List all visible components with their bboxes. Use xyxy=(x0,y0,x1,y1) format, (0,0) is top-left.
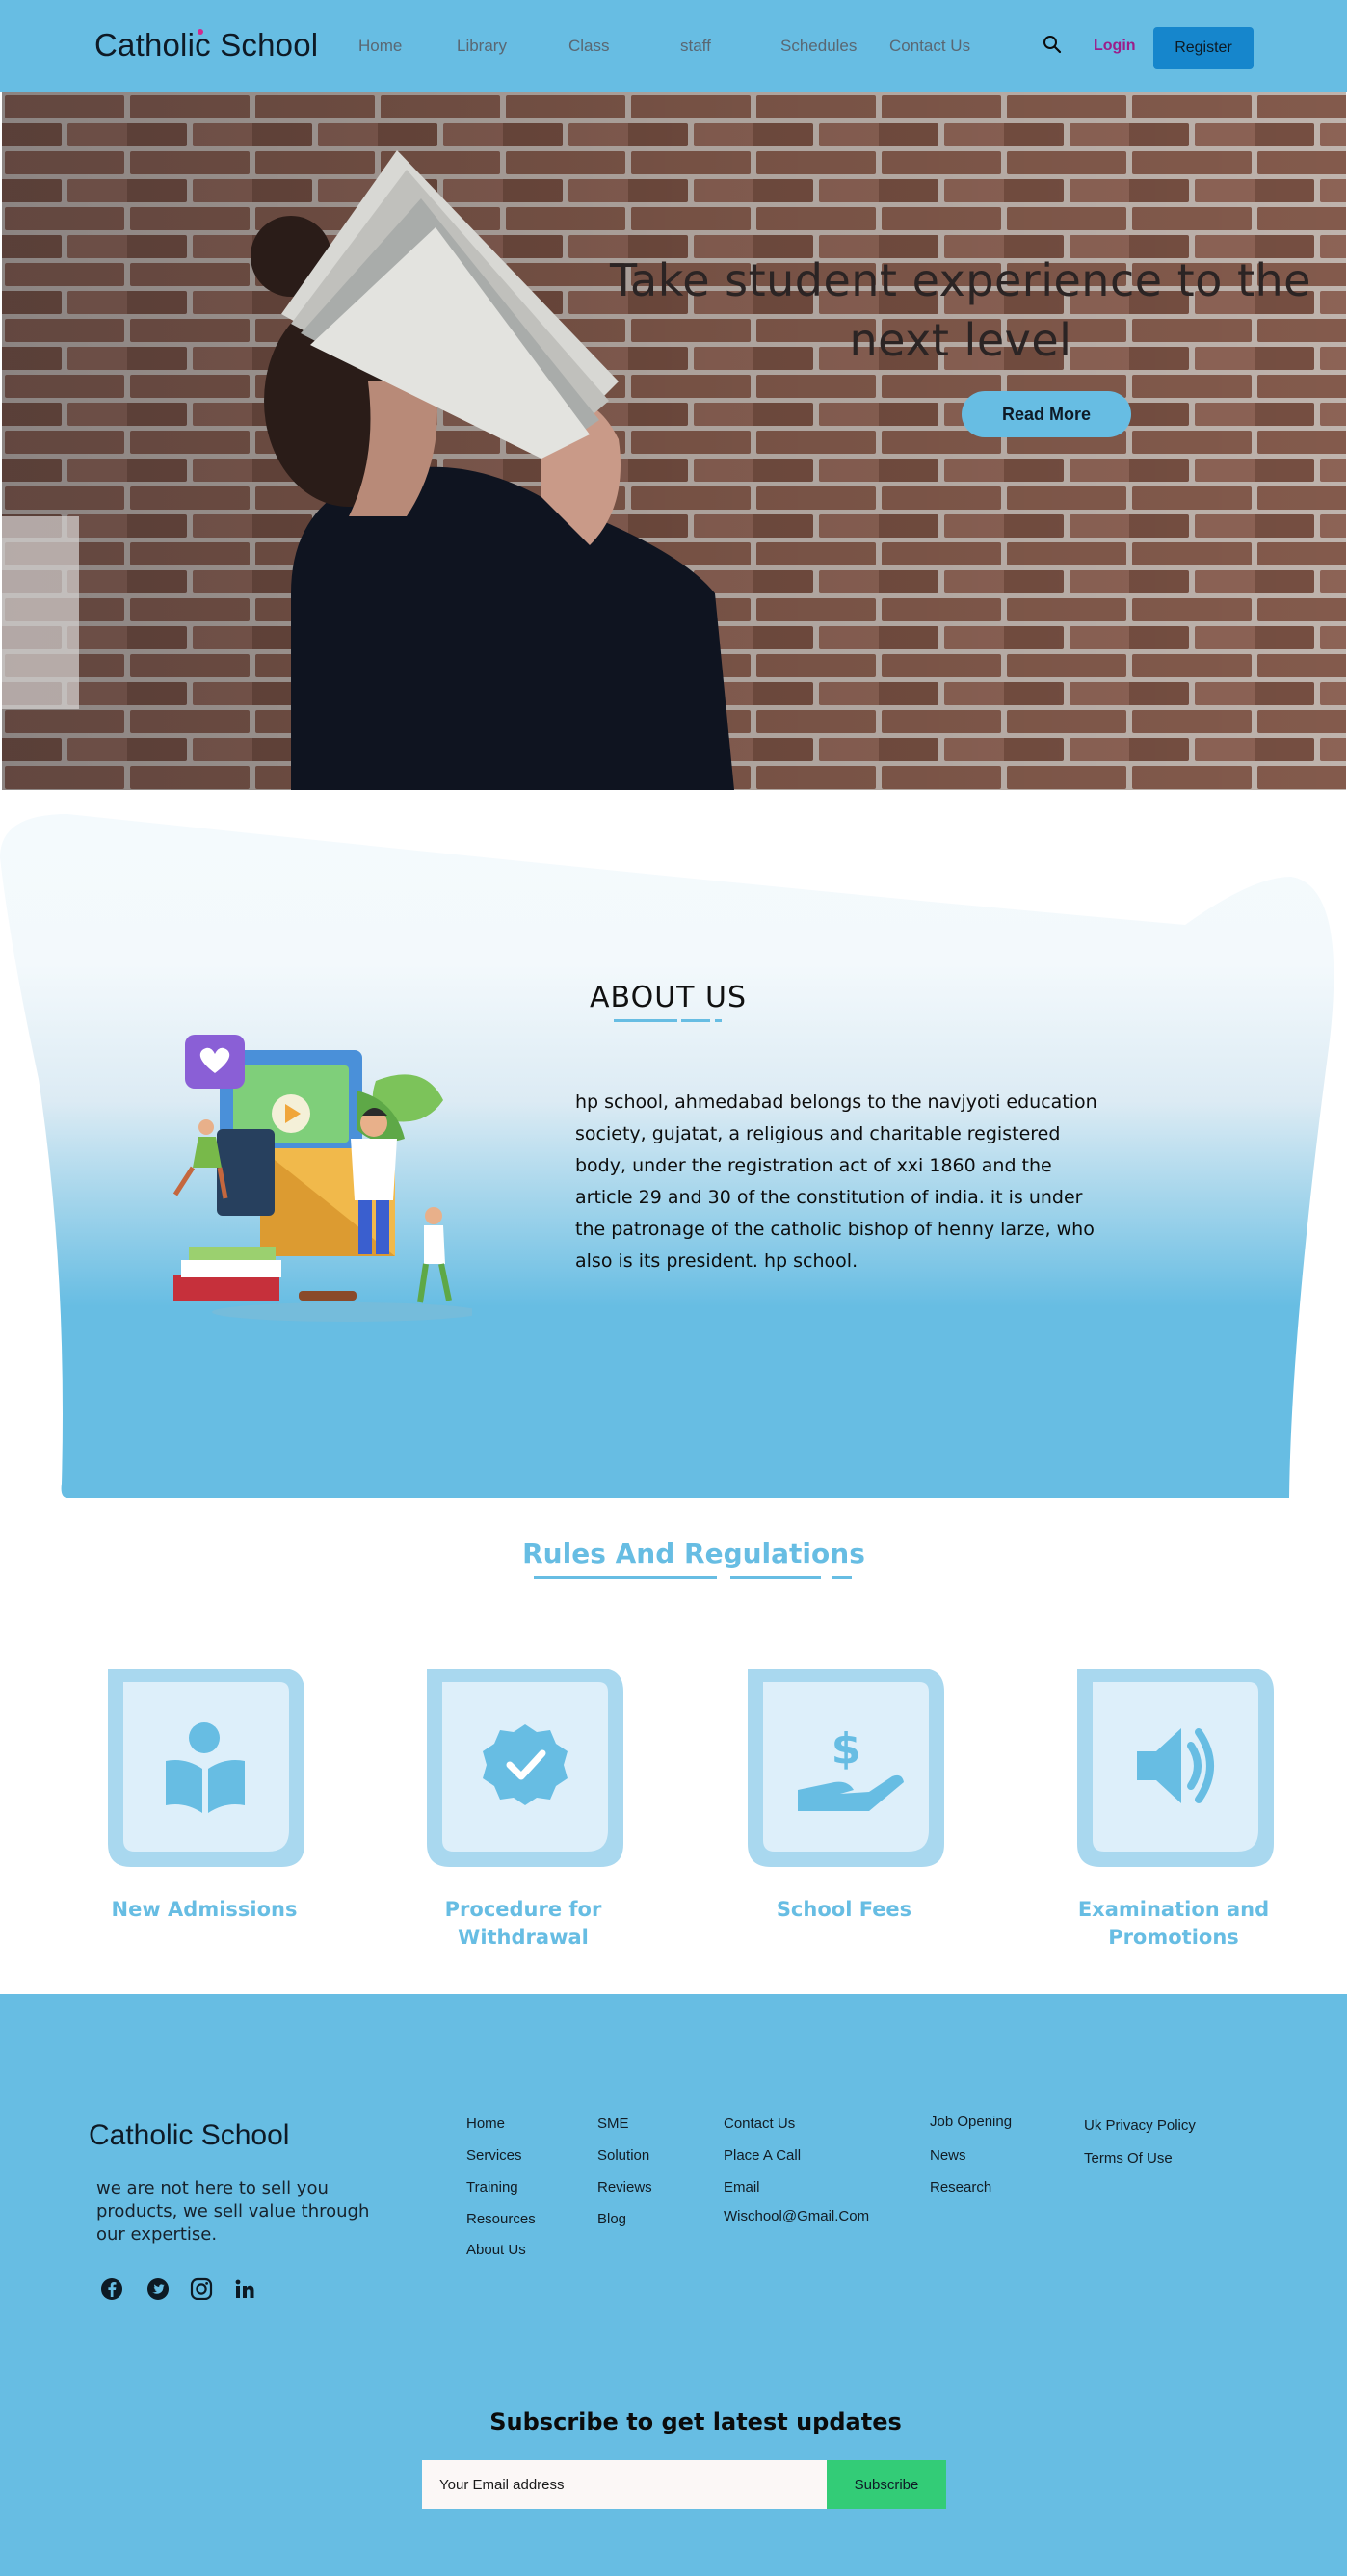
instagram-icon[interactable] xyxy=(190,2277,213,2300)
hero-banner: Take student experience to the next leve… xyxy=(2,92,1346,790)
dollar-hand-icon: $ xyxy=(798,1724,904,1811)
footer-link-reviews[interactable]: Reviews xyxy=(597,2179,652,2195)
footer-link-privacy-policy[interactable]: Uk Privacy Policy xyxy=(1084,2117,1196,2134)
rule-card-new-admissions[interactable] xyxy=(108,1669,304,1867)
logo-dot xyxy=(198,29,203,35)
login-link[interactable]: Login xyxy=(1094,38,1136,55)
about-title-underline xyxy=(614,1019,722,1022)
about-title: ABOUT US xyxy=(590,981,748,1014)
verified-badge-icon xyxy=(483,1724,568,1805)
hero-image xyxy=(2,92,1346,790)
rule-card-school-fees[interactable]: $ xyxy=(748,1669,944,1867)
nav-staff[interactable]: staff xyxy=(680,37,711,56)
footer-link-place-a-call[interactable]: Place A Call xyxy=(724,2147,801,2164)
footer-link-email[interactable]: Email xyxy=(724,2179,760,2195)
nav-contact-us[interactable]: Contact Us xyxy=(889,37,970,56)
brand-name: Catholic School xyxy=(94,27,319,63)
about-illustration xyxy=(172,1035,472,1322)
nav-home[interactable]: Home xyxy=(358,37,402,56)
nav-library[interactable]: Library xyxy=(457,37,507,56)
subscribe-title: Subscribe to get latest updates xyxy=(489,2408,902,2435)
footer-link-blog[interactable]: Blog xyxy=(597,2211,626,2227)
nav-schedules[interactable]: Schedules xyxy=(780,37,857,56)
svg-text:$: $ xyxy=(832,1724,861,1774)
rule-card-examination[interactable] xyxy=(1077,1669,1274,1867)
footer-link-home[interactable]: Home xyxy=(466,2116,505,2132)
twitter-icon[interactable] xyxy=(146,2277,170,2300)
footer-link-email-address[interactable]: Wischool@Gmail.Com xyxy=(724,2208,869,2224)
footer-link-about-us[interactable]: About Us xyxy=(466,2242,526,2258)
footer-link-sme[interactable]: SME xyxy=(597,2116,629,2132)
rules-title: Rules And Regulations xyxy=(522,1538,865,1569)
rule-label-examination[interactable]: Examination and Promotions xyxy=(1048,1896,1299,1952)
footer-link-training[interactable]: Training xyxy=(466,2179,518,2195)
navbar: Catholic School Home Library Class staff… xyxy=(0,0,1347,92)
subscribe-button[interactable]: Subscribe xyxy=(827,2460,946,2509)
rules-title-underline xyxy=(534,1576,852,1579)
linkedin-icon[interactable] xyxy=(233,2277,256,2300)
footer-link-job-opening[interactable]: Job Opening xyxy=(930,2114,1012,2130)
footer-link-services[interactable]: Services xyxy=(466,2147,522,2164)
about-description: hp school, ahmedabad belongs to the navj… xyxy=(575,1091,1097,1272)
hero-title: Take student experience to the next leve… xyxy=(610,254,1311,366)
rule-card-withdrawal[interactable] xyxy=(427,1669,623,1867)
facebook-icon[interactable] xyxy=(100,2277,123,2300)
footer-link-terms-of-use[interactable]: Terms Of Use xyxy=(1084,2150,1173,2167)
footer-link-contact-us[interactable]: Contact Us xyxy=(724,2116,795,2132)
read-more-button[interactable]: Read More xyxy=(962,391,1131,437)
rule-label-school-fees[interactable]: School Fees xyxy=(719,1896,969,1924)
register-button[interactable]: Register xyxy=(1153,27,1254,69)
footer-link-resources[interactable]: Resources xyxy=(466,2211,536,2227)
footer-link-research[interactable]: Research xyxy=(930,2179,991,2195)
search-icon[interactable] xyxy=(1043,35,1062,54)
footer-brand[interactable]: Catholic School xyxy=(89,2119,289,2152)
rule-label-withdrawal[interactable]: Procedure for Withdrawal xyxy=(398,1896,648,1952)
brand-logo[interactable]: Catholic School xyxy=(94,27,318,64)
reading-person-icon xyxy=(166,1722,245,1813)
email-input[interactable] xyxy=(422,2460,827,2509)
footer-link-news[interactable]: News xyxy=(930,2147,966,2164)
nav-class[interactable]: Class xyxy=(568,37,610,56)
megaphone-icon xyxy=(1137,1728,1214,1803)
footer-link-solution[interactable]: Solution xyxy=(597,2147,649,2164)
footer-tagline: we are not here to sell you products, we… xyxy=(96,2178,370,2245)
rule-label-new-admissions[interactable]: New Admissions xyxy=(79,1896,330,1924)
